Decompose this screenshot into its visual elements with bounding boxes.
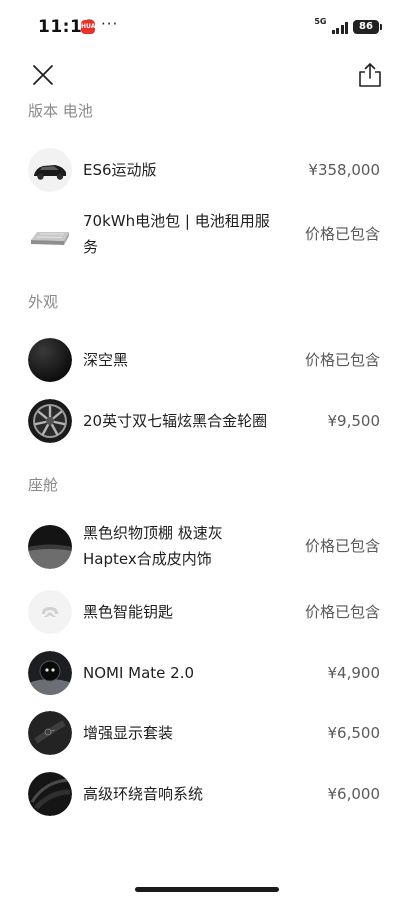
item-price: 价格已包含	[304, 351, 380, 369]
item-price: 价格已包含	[304, 225, 380, 243]
item-name: NOMI Mate 2.0	[83, 664, 195, 682]
item-name-line2: Haptex合成皮内饰	[83, 550, 212, 568]
battery-pack-thumbnail	[28, 214, 72, 258]
share-icon	[359, 63, 381, 87]
nomi-thumbnail	[28, 651, 72, 695]
signal-icon	[331, 21, 348, 34]
share-button[interactable]	[356, 61, 384, 89]
status-bar: 11:16 HUAWEI ··· 5G 86	[0, 0, 413, 56]
section-title-cabin: 座舱	[28, 476, 59, 494]
item-price: ¥9,500	[327, 412, 381, 430]
more-notifications-icon: ···	[101, 15, 119, 33]
item-price: ¥4,900	[327, 664, 381, 682]
item-price: ¥6,500	[327, 724, 381, 742]
item-name: 黑色智能钥匙	[83, 603, 174, 621]
battery-icon: 86	[353, 20, 382, 34]
close-button[interactable]	[29, 61, 57, 89]
app-notification-icon: HUAWEI	[81, 20, 95, 34]
item-name: ES6运动版	[83, 161, 157, 179]
list-item-paint[interactable]: 深空黑 价格已包含	[0, 333, 413, 389]
audio-system-thumbnail	[28, 772, 72, 816]
item-price: ¥6,000	[327, 785, 381, 803]
item-name: 深空黑	[83, 351, 129, 369]
display-package-thumbnail	[28, 711, 72, 755]
list-item-wheels[interactable]: 20英寸双七辐炫黑合金轮圈 ¥9,500	[0, 394, 413, 450]
smart-key-icon	[28, 590, 72, 634]
status-indicators: 5G 86	[314, 17, 382, 37]
section-title-version-battery: 版本 电池	[28, 102, 93, 120]
list-item-smart-key[interactable]: 黑色智能钥匙 价格已包含	[0, 585, 413, 641]
home-indicator[interactable]	[135, 887, 279, 892]
network-type: 5G	[314, 17, 327, 26]
wheel-thumbnail	[28, 399, 72, 443]
list-item-battery-pack[interactable]: 70kWh电池包 | 电池租用服 务 价格已包含	[0, 206, 413, 266]
section-title-exterior: 外观	[28, 293, 59, 311]
close-icon	[33, 65, 53, 85]
paint-color-swatch	[28, 338, 72, 382]
list-item-audio[interactable]: 高级环绕音响系统 ¥6,000	[0, 767, 413, 823]
item-price: 价格已包含	[304, 537, 380, 555]
list-item-model[interactable]: ES6运动版 ¥358,000	[0, 143, 413, 199]
item-name: 高级环绕音响系统	[83, 785, 204, 803]
item-price: 价格已包含	[304, 603, 380, 621]
list-item-interior[interactable]: 黑色织物顶棚 极速灰 Haptex合成皮内饰 价格已包含	[0, 518, 413, 578]
item-name: 增强显示套装	[83, 724, 174, 742]
item-name: 20英寸双七辐炫黑合金轮圈	[83, 412, 268, 430]
item-price: ¥358,000	[308, 161, 380, 179]
list-item-display-package[interactable]: 增强显示套装 ¥6,500	[0, 706, 413, 762]
list-item-nomi[interactable]: NOMI Mate 2.0 ¥4,900	[0, 646, 413, 702]
item-name-line2: 务	[83, 238, 99, 256]
interior-material-swatch	[28, 525, 72, 569]
item-name-line1: 70kWh电池包 | 电池租用服	[83, 212, 270, 230]
item-name-line1: 黑色织物顶棚 极速灰	[83, 524, 223, 542]
car-model-thumbnail	[28, 148, 72, 192]
